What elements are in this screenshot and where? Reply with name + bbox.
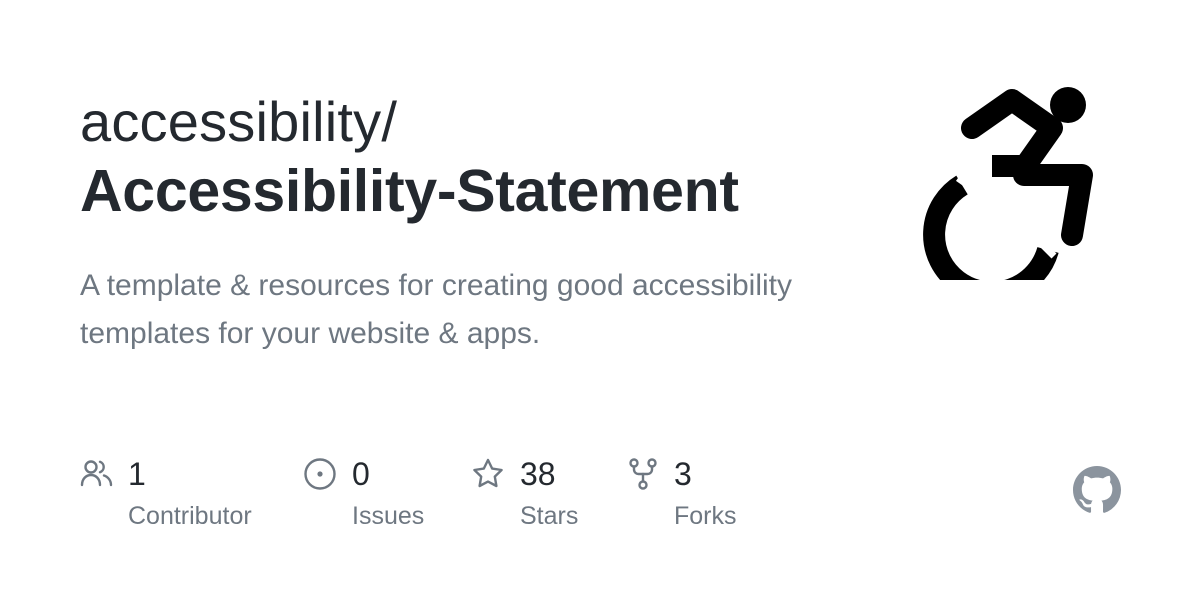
stat-contributors[interactable]: 1 Contributor xyxy=(80,455,280,535)
repository-name[interactable]: Accessibility-Statement xyxy=(80,156,860,226)
stat-forks[interactable]: 3 Forks xyxy=(626,455,766,535)
issues-count: 0 xyxy=(352,456,370,492)
stars-label: Stars xyxy=(520,502,579,530)
repository-owner[interactable]: accessibility/ xyxy=(80,88,860,156)
issues-label: Issues xyxy=(352,502,425,530)
stat-issues[interactable]: 0 Issues xyxy=(303,455,453,535)
people-icon xyxy=(80,457,114,491)
forks-count: 3 xyxy=(674,456,692,492)
stat-stars[interactable]: 38 Stars xyxy=(471,455,601,535)
stars-count: 38 xyxy=(520,456,556,492)
repository-description: A template & resources for creating good… xyxy=(80,269,793,350)
forks-label: Forks xyxy=(674,502,737,530)
star-icon xyxy=(471,457,505,491)
contributors-label: Contributor xyxy=(128,502,252,530)
wheelchair-accessibility-icon xyxy=(923,87,1093,280)
contributors-count: 1 xyxy=(128,456,146,492)
github-mark-icon[interactable] xyxy=(1073,466,1121,514)
repository-social-card: accessibility/ Accessibility-Statement A… xyxy=(0,0,1200,600)
repo-forked-icon xyxy=(626,457,660,491)
repository-logo xyxy=(920,80,1120,280)
repository-title: accessibility/ Accessibility-Statement xyxy=(80,88,860,226)
issue-opened-icon xyxy=(303,457,337,491)
